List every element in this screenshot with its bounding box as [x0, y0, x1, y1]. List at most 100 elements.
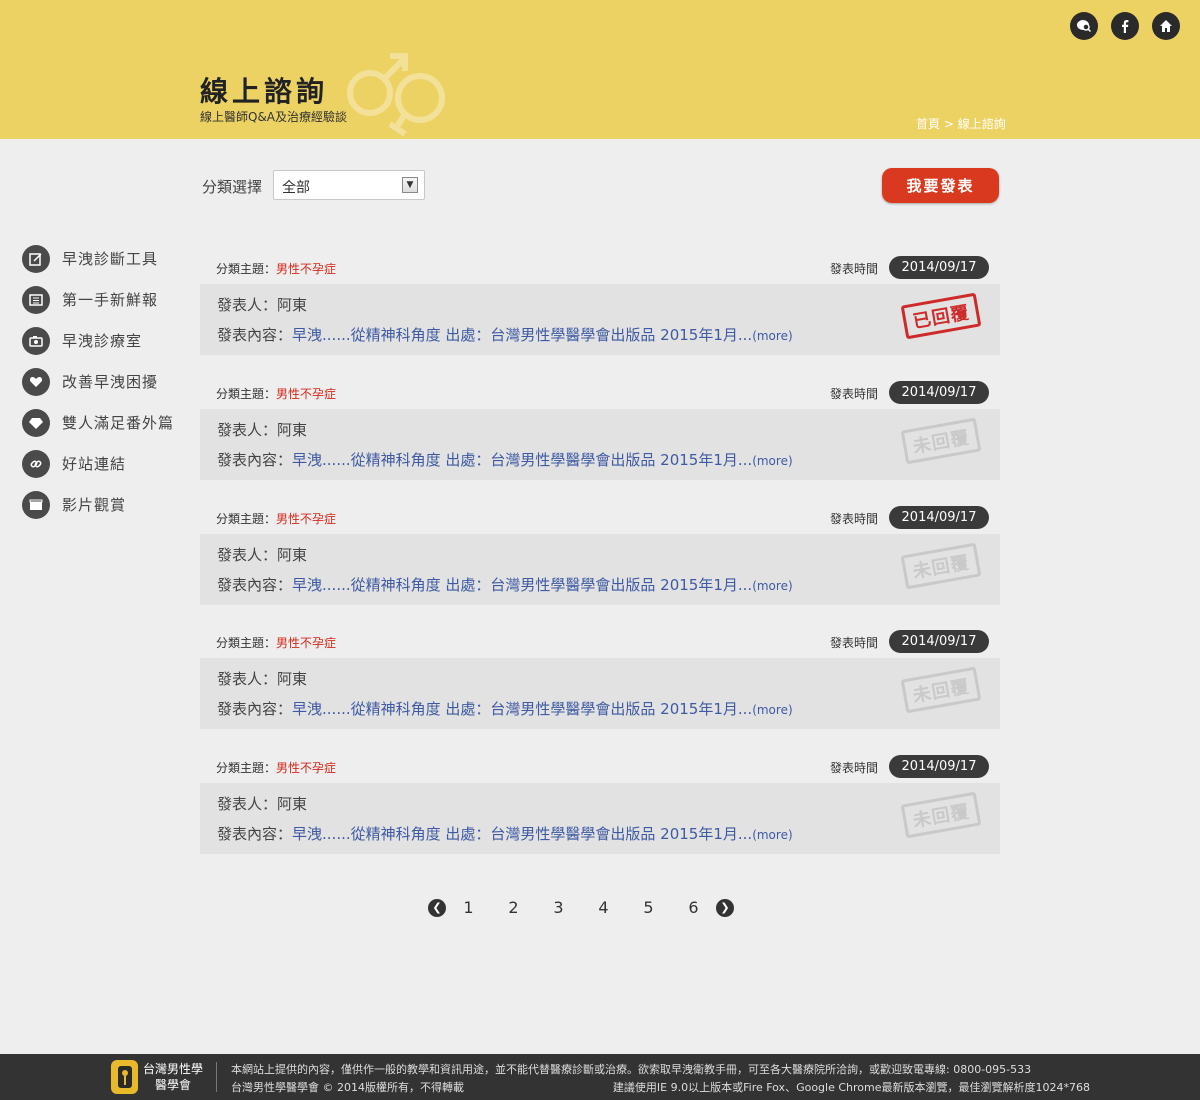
post-category: 分類主題：男性不孕症 — [216, 510, 336, 527]
more-link[interactable]: (more) — [752, 828, 792, 842]
chevron-left-icon[interactable]: ❮ — [428, 898, 446, 917]
chevron-down-icon[interactable]: ▼ — [402, 177, 418, 193]
page-link[interactable]: 2 — [491, 898, 536, 917]
post-author: 發表人：阿東 — [217, 544, 307, 565]
footer-org-line1: 台灣男性學 — [143, 1062, 204, 1076]
page-footer: 台灣男性學 醫學會 本網站上提供的內容，僅供作一般的教學和資訊用途，並不能代替醫… — [0, 1054, 1200, 1100]
gender-symbols-icon — [347, 53, 445, 137]
breadcrumb-separator: > — [940, 117, 958, 131]
page-link[interactable]: 3 — [536, 898, 581, 917]
sidebar-item-improve[interactable]: 改善早洩困擾 — [22, 361, 174, 402]
footer-copyright: 台灣男性學醫學會 © 2014版權所有，不得轉載 — [231, 1081, 464, 1094]
category-label: 分類主題： — [216, 262, 277, 276]
content-label: 發表內容： — [217, 451, 293, 469]
post-content-link[interactable]: 早洩......從精神科角度 出處：台灣男性學醫學會出版品 2015年1月... — [292, 451, 752, 469]
post-item: 分類主題：男性不孕症 發表時間 2014/09/17 發表人：阿東 發表內容：早… — [200, 749, 1000, 854]
post-content-link[interactable]: 早洩......從精神科角度 出處：台灣男性學醫學會出版品 2015年1月... — [292, 576, 752, 594]
sidebar-item-clinic[interactable]: 早洩診療室 — [22, 320, 174, 361]
chat-search-icon[interactable] — [1070, 12, 1098, 40]
author-label: 發表人： — [217, 421, 278, 439]
sidebar-item-links[interactable]: 好站連結 — [22, 443, 174, 484]
more-link[interactable]: (more) — [752, 329, 792, 343]
more-link[interactable]: (more) — [752, 703, 792, 717]
category-value[interactable]: 男性不孕症 — [276, 761, 336, 775]
post-content: 發表內容：早洩......從精神科角度 出處：台灣男性學醫學會出版品 2015年… — [217, 823, 793, 844]
pagination: ❮ 1 2 3 4 5 6 ❯ — [428, 898, 734, 917]
more-link[interactable]: (more) — [752, 579, 792, 593]
page-subtitle: 線上醫師Q&A及治療經驗談 — [200, 110, 348, 124]
footer-org-name: 台灣男性學 醫學會 — [143, 1061, 203, 1093]
page-link[interactable]: 4 — [581, 898, 626, 917]
sidebar-item-label: 影片觀賞 — [62, 496, 127, 514]
new-post-button[interactable]: 我要發表 — [882, 168, 999, 203]
category-label: 分類主題： — [216, 512, 277, 526]
society-logo — [111, 1060, 138, 1094]
sidebar-item-couples[interactable]: 雙人滿足番外篇 — [22, 402, 174, 443]
sidebar-item-videos[interactable]: 影片觀賞 — [22, 484, 174, 525]
page-link[interactable]: 1 — [446, 898, 491, 917]
post-item: 分類主題：男性不孕症 發表時間 2014/09/17 發表人：阿東 發表內容：早… — [200, 624, 1000, 729]
post-category: 分類主題：男性不孕症 — [216, 759, 336, 776]
post-date: 2014/09/17 — [889, 630, 989, 653]
category-value[interactable]: 男性不孕症 — [276, 636, 336, 650]
author-value: 阿東 — [277, 670, 308, 688]
content-label: 發表內容： — [217, 700, 293, 718]
facebook-icon[interactable] — [1111, 12, 1139, 40]
post-category: 分類主題：男性不孕症 — [216, 634, 336, 651]
heart-icon — [22, 367, 50, 396]
post-time-label: 發表時間 — [830, 262, 879, 276]
sidebar-item-label: 好站連結 — [62, 455, 127, 473]
post-category: 分類主題：男性不孕症 — [216, 385, 336, 402]
post-date: 2014/09/17 — [889, 755, 989, 778]
sidebar-item-label: 雙人滿足番外篇 — [62, 414, 175, 432]
post-content-link[interactable]: 早洩......從精神科角度 出處：台灣男性學醫學會出版品 2015年1月... — [292, 326, 752, 344]
content-label: 發表內容： — [217, 825, 293, 843]
camera-icon — [22, 326, 50, 355]
sidebar-item-diagnosis-tool[interactable]: 早洩診斷工具 — [22, 238, 174, 279]
post-content: 發表內容：早洩......從精神科角度 出處：台灣男性學醫學會出版品 2015年… — [217, 324, 793, 345]
post-content: 發表內容：早洩......從精神科角度 出處：台灣男性學醫學會出版品 2015年… — [217, 449, 793, 470]
chevron-right-icon[interactable]: ❯ — [716, 898, 734, 917]
edit-icon — [22, 244, 50, 273]
category-value[interactable]: 男性不孕症 — [276, 387, 336, 401]
breadcrumb-home[interactable]: 首頁 — [916, 117, 940, 131]
author-value: 阿東 — [277, 546, 308, 564]
post-author: 發表人：阿東 — [217, 419, 307, 440]
category-filter-label: 分類選擇 — [202, 178, 263, 196]
post-date: 2014/09/17 — [889, 381, 989, 404]
post-item: 分類主題：男性不孕症 發表時間 2014/09/17 發表人：阿東 發表內容：早… — [200, 375, 1000, 480]
film-icon — [22, 490, 50, 519]
unreplied-stamp: 未回覆 — [900, 666, 982, 714]
post-content: 發表內容：早洩......從精神科角度 出處：台灣男性學醫學會出版品 2015年… — [217, 698, 793, 719]
author-value: 阿東 — [277, 421, 308, 439]
more-link[interactable]: (more) — [752, 454, 792, 468]
page-link[interactable]: 6 — [671, 898, 716, 917]
post-item: 分類主題：男性不孕症 發表時間 2014/09/17 發表人：阿東 發表內容：早… — [200, 500, 1000, 605]
page-title: 線上諮詢 — [200, 75, 329, 108]
sidebar-item-label: 改善早洩困擾 — [62, 373, 159, 391]
author-label: 發表人： — [217, 670, 278, 688]
home-icon[interactable] — [1152, 12, 1180, 40]
post-content-link[interactable]: 早洩......從精神科角度 出處：台灣男性學醫學會出版品 2015年1月... — [292, 825, 752, 843]
category-label: 分類主題： — [216, 636, 277, 650]
sidebar-item-news[interactable]: 第一手新鮮報 — [22, 279, 174, 320]
category-value[interactable]: 男性不孕症 — [276, 262, 336, 276]
post-author: 發表人：阿東 — [217, 294, 307, 315]
sidebar: 早洩診斷工具 第一手新鮮報 早洩診療室 改善早洩困擾 雙人滿足番外篇 好站連結 … — [22, 238, 174, 525]
category-value[interactable]: 男性不孕症 — [276, 512, 336, 526]
unreplied-stamp: 未回覆 — [900, 542, 982, 590]
link-icon — [22, 449, 50, 478]
post-date: 2014/09/17 — [889, 506, 989, 529]
author-label: 發表人： — [217, 795, 278, 813]
content-label: 發表內容： — [217, 576, 293, 594]
category-label: 分類主題： — [216, 761, 277, 775]
breadcrumb-current: 線上諮詢 — [957, 117, 1006, 131]
post-content-link[interactable]: 早洩......從精神科角度 出處：台灣男性學醫學會出版品 2015年1月... — [292, 700, 752, 718]
unreplied-stamp: 未回覆 — [900, 791, 982, 839]
category-select[interactable]: 全部 ▼ — [273, 170, 425, 200]
post-category: 分類主題：男性不孕症 — [216, 260, 336, 277]
page-link[interactable]: 5 — [626, 898, 671, 917]
page-header: 線上諮詢 線上醫師Q&A及治療經驗談 首頁 > 線上諮詢 — [0, 0, 1200, 139]
post-author: 發表人：阿東 — [217, 793, 307, 814]
footer-browser-note: 建議使用IE 9.0以上版本或Fire Fox、Google Chrome最新版… — [612, 1081, 1090, 1094]
